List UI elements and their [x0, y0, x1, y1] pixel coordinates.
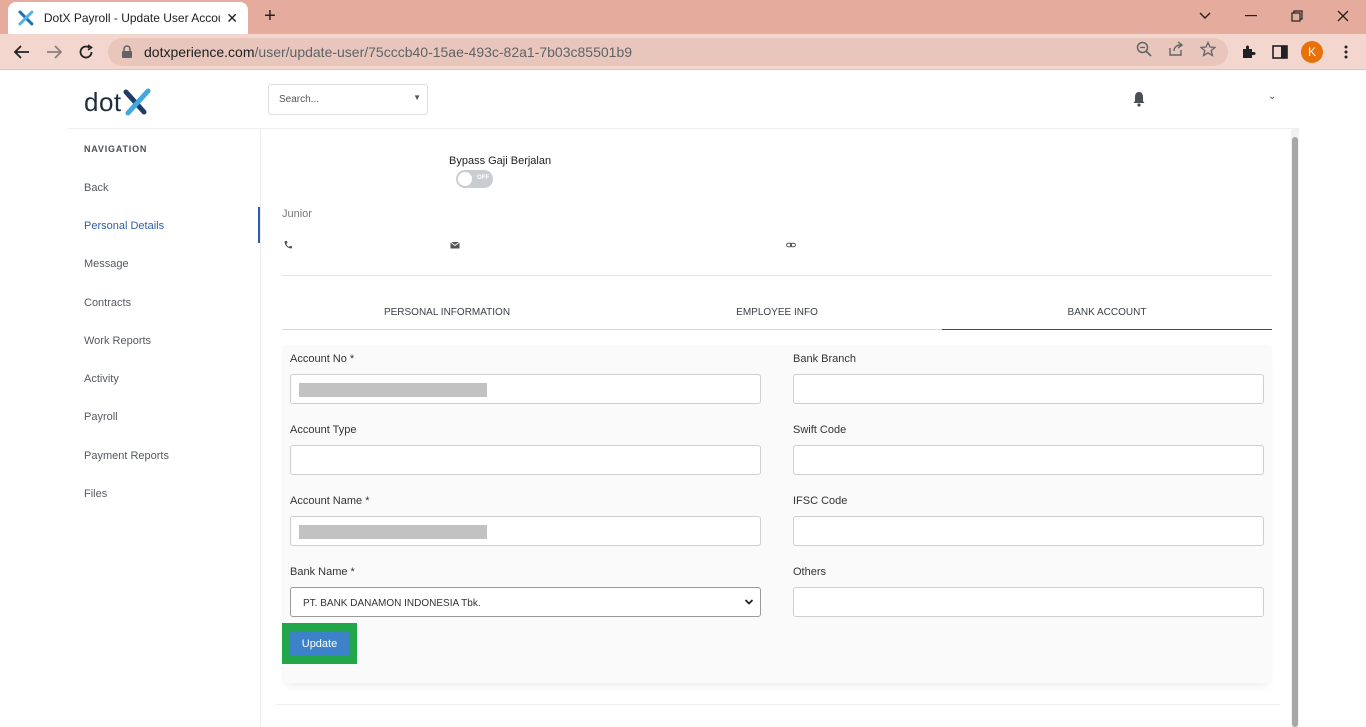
logo-text: dot: [84, 86, 122, 117]
share-icon[interactable]: [1167, 40, 1185, 58]
search-select[interactable]: Search... ▼: [268, 84, 428, 115]
account-type-label: Account Type: [290, 424, 357, 436]
redacted-value: [299, 525, 487, 539]
bypass-toggle[interactable]: OFF: [456, 170, 493, 188]
zoom-icon[interactable]: [1135, 40, 1153, 58]
footer-divider: [276, 704, 1280, 705]
account-name-label: Account Name *: [290, 495, 370, 507]
profile-divider: [282, 275, 1272, 276]
notification-bell-icon[interactable]: [1132, 91, 1146, 107]
account-name-input[interactable]: [290, 516, 761, 546]
nav-title: NAVIGATION: [84, 144, 148, 154]
sidebar-item-personal-details[interactable]: Personal Details: [84, 220, 164, 232]
url-path: /user/update-user/75cccb40-15ae-493c-82a…: [254, 44, 633, 60]
chevron-down-icon: [744, 599, 754, 605]
sidebar-item-contracts[interactable]: Contracts: [84, 297, 131, 309]
tab-personal-information[interactable]: PERSONAL INFORMATION: [282, 299, 612, 329]
caret-down-icon: ▼: [413, 93, 421, 102]
bank-name-value: PT. BANK DANAMON INDONESIA Tbk.: [303, 598, 481, 609]
tab-title: DotX Payroll - Update User Accou: [43, 11, 221, 25]
toggle-state-text: OFF: [477, 175, 489, 181]
tab-bar: PERSONAL INFORMATION EMPLOYEE INFO BANK …: [282, 299, 1272, 330]
account-no-input[interactable]: [290, 374, 761, 404]
sidebar-item-work-reports[interactable]: Work Reports: [84, 335, 151, 347]
lock-icon[interactable]: [120, 45, 134, 59]
bank-name-select[interactable]: PT. BANK DANAMON INDONESIA Tbk.: [290, 587, 761, 617]
new-tab-button[interactable]: +: [258, 4, 282, 28]
sidebar-item-back[interactable]: Back: [84, 182, 108, 194]
profile-avatar[interactable]: K: [1301, 41, 1323, 63]
restore-window-icon[interactable]: [1282, 4, 1312, 28]
link-icon: [786, 242, 796, 248]
account-no-label: Account No *: [290, 353, 355, 365]
main-content: Bypass Gaji Berjalan OFF Junior PERSONAL…: [268, 129, 1288, 727]
employee-role: Junior: [282, 208, 312, 220]
forward-arrow-icon[interactable]: [42, 40, 66, 64]
tab-close-icon[interactable]: ✕: [226, 10, 238, 27]
update-button-highlight: Update: [282, 623, 357, 664]
dotx-logo[interactable]: dot: [84, 87, 152, 117]
toggle-knob: [458, 172, 472, 186]
sidebar-item-payment-reports[interactable]: Payment Reports: [84, 450, 169, 462]
tab-employee-info[interactable]: EMPLOYEE INFO: [612, 299, 942, 329]
phone-icon: [284, 241, 292, 249]
side-panel-icon[interactable]: [1268, 40, 1292, 64]
reload-icon[interactable]: [74, 40, 98, 64]
others-input[interactable]: [793, 587, 1264, 617]
extensions-puzzle-icon[interactable]: [1236, 40, 1260, 64]
tab-search-chevron-icon[interactable]: [1190, 4, 1220, 28]
swift-code-label: Swift Code: [793, 424, 847, 436]
search-placeholder: Search...: [279, 94, 320, 105]
update-button[interactable]: Update: [290, 631, 349, 656]
browser-tab-bar: DotX Payroll - Update User Accou ✕ +: [0, 0, 1366, 34]
close-window-icon[interactable]: [1328, 4, 1358, 28]
scrollbar-thumb[interactable]: [1292, 137, 1298, 727]
sidebar-item-message[interactable]: Message: [84, 258, 129, 270]
sidebar-item-activity[interactable]: Activity: [84, 373, 119, 385]
browser-tab[interactable]: DotX Payroll - Update User Accou ✕: [8, 2, 248, 34]
bank-name-label: Bank Name *: [290, 566, 355, 578]
redacted-value: [299, 383, 487, 397]
url-text: dotxperience.com/user/update-user/75cccb…: [144, 44, 632, 60]
browser-menu-icon[interactable]: [1334, 40, 1358, 64]
sidebar-border: [260, 128, 261, 727]
bookmark-star-icon[interactable]: [1199, 40, 1217, 58]
ifsc-code-input[interactable]: [793, 516, 1264, 546]
bank-branch-label: Bank Branch: [793, 353, 856, 365]
others-label: Others: [793, 566, 827, 578]
bypass-label: Bypass Gaji Berjalan: [449, 155, 552, 167]
account-type-input[interactable]: [290, 445, 761, 475]
dotx-favicon-icon: [18, 10, 34, 26]
bank-account-form: Account No * Account Type Account Name *…: [282, 345, 1272, 683]
back-arrow-icon[interactable]: [10, 40, 34, 64]
ifsc-code-label: IFSC Code: [793, 495, 848, 507]
browser-toolbar: dotxperience.com/user/update-user/75cccb…: [0, 34, 1366, 70]
sidebar-item-payroll[interactable]: Payroll: [84, 411, 118, 423]
app-page: dot Search... ▼ ⌄ NAVIGATION Back Person…: [0, 71, 1366, 727]
sidebar-item-files[interactable]: Files: [84, 488, 107, 500]
email-icon: [450, 241, 460, 249]
user-menu-chevron-icon[interactable]: ⌄: [1268, 91, 1276, 102]
logo-x-icon: [123, 88, 151, 116]
minimize-window-icon[interactable]: [1236, 4, 1266, 28]
bank-branch-input[interactable]: [793, 374, 1264, 404]
swift-code-input[interactable]: [793, 445, 1264, 475]
url-host: dotxperience.com: [144, 44, 255, 60]
address-bar[interactable]: dotxperience.com/user/update-user/75cccb…: [108, 38, 1228, 66]
sidebar: NAVIGATION Back Personal Details Message…: [68, 128, 260, 727]
tab-bank-account[interactable]: BANK ACCOUNT: [942, 299, 1272, 330]
